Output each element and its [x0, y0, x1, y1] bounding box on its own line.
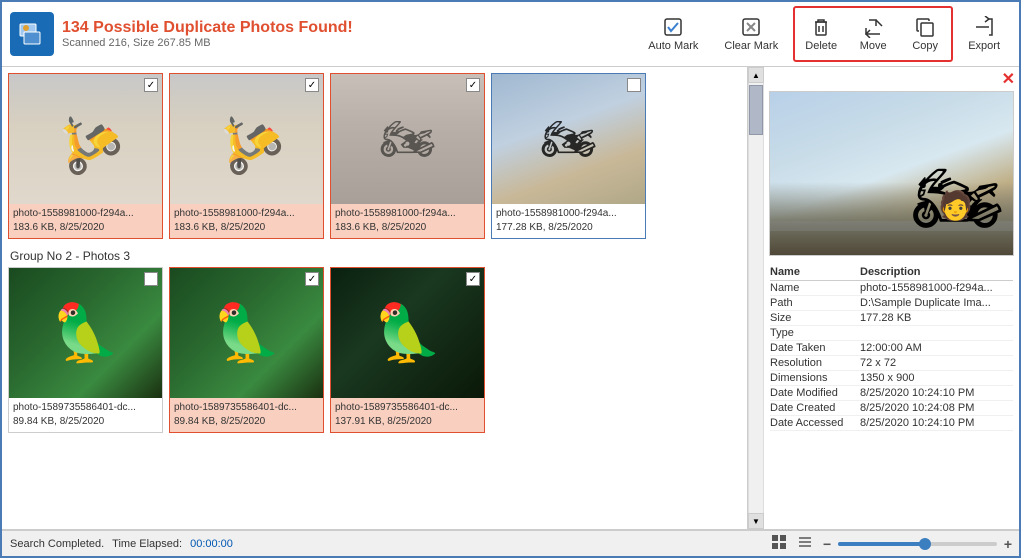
photo-size: 183.6 KB, 8/25/2020	[174, 221, 319, 235]
preview-rider-icon: 🧑	[938, 192, 973, 220]
main-content: ✓ photo-1558981000-f294a... 183.6 KB, 8/…	[2, 67, 1019, 529]
photo-thumb: ✓	[331, 268, 484, 398]
photo-info: photo-1558981000-f294a... 177.28 KB, 8/2…	[492, 204, 645, 238]
info-row-datemodified: Date Modified 8/25/2020 10:24:10 PM	[770, 386, 1013, 401]
list-item[interactable]: ✓ photo-1558981000-f294a... 183.6 KB, 8/…	[169, 73, 324, 239]
preview-panel: ✕ 🏍 🧑 Name Description Name photo-155898…	[764, 67, 1019, 529]
info-row-dateaccessed: Date Accessed 8/25/2020 10:24:10 PM	[770, 416, 1013, 431]
header-title-area: 134 Possible Duplicate Photos Found! Sca…	[62, 19, 629, 49]
app-window: 134 Possible Duplicate Photos Found! Sca…	[0, 0, 1021, 558]
info-row-type: Type	[770, 326, 1013, 341]
photo-size: 183.6 KB, 8/25/2020	[13, 221, 158, 235]
preview-close-bar: ✕	[764, 67, 1019, 91]
scroll-up-button[interactable]: ▲	[748, 67, 764, 83]
clearmark-button[interactable]: Clear Mark	[713, 8, 789, 60]
photo-info: photo-1558981000-f294a... 183.6 KB, 8/25…	[170, 204, 323, 238]
header-title: 134 Possible Duplicate Photos Found!	[62, 19, 629, 37]
list-item[interactable]: ✓ photo-1589735586401-dc... 89.84 KB, 8/…	[169, 267, 324, 433]
export-button[interactable]: Export	[957, 8, 1011, 60]
info-row-datecreated: Date Created 8/25/2020 10:24:08 PM	[770, 401, 1013, 416]
photo-thumb	[9, 268, 162, 398]
thumbnail-view-button[interactable]	[768, 533, 790, 554]
list-item[interactable]: photo-1558981000-f294a... 177.28 KB, 8/2…	[491, 73, 646, 239]
list-item[interactable]: photo-1589735586401-dc... 89.84 KB, 8/25…	[8, 267, 163, 433]
info-table-header: Name Description	[770, 264, 1013, 281]
group-header: Group No 2 - Photos 3	[8, 245, 741, 267]
photo-group-2: photo-1589735586401-dc... 89.84 KB, 8/25…	[8, 267, 741, 433]
list-item[interactable]: ✓ photo-1589735586401-dc... 137.91 KB, 8…	[330, 267, 485, 433]
photo-thumb: ✓	[170, 74, 323, 204]
info-row-resolution: Resolution 72 x 72	[770, 356, 1013, 371]
status-text: Search Completed.	[10, 538, 104, 550]
list-item[interactable]: ✓ photo-1558981000-f294a... 183.6 KB, 8/…	[8, 73, 163, 239]
list-item[interactable]: ✓ photo-1558981000-f294a... 183.6 KB, 8/…	[330, 73, 485, 239]
zoom-minus-button[interactable]: −	[820, 535, 834, 553]
bottom-footer: Search Completed. Time Elapsed: 00:00:00	[2, 529, 1019, 556]
photo-size: 177.28 KB, 8/25/2020	[496, 221, 641, 235]
photo-info: photo-1589735586401-dc... 137.91 KB, 8/2…	[331, 398, 484, 432]
photo-info: photo-1558981000-f294a... 183.6 KB, 8/25…	[331, 204, 484, 238]
preview-controls: − +	[764, 530, 1019, 556]
info-row-dimensions: Dimensions 1350 x 900	[770, 371, 1013, 386]
delete-button[interactable]: Delete	[795, 8, 847, 60]
photo-info: photo-1589735586401-dc... 89.84 KB, 8/25…	[170, 398, 323, 432]
info-row-size: Size 177.28 KB	[770, 311, 1013, 326]
photo-checkbox[interactable]: ✓	[305, 272, 319, 286]
info-row-name: Name photo-1558981000-f294a...	[770, 281, 1013, 296]
photo-scroll-area[interactable]: ✓ photo-1558981000-f294a... 183.6 KB, 8/…	[2, 67, 747, 529]
status-bar: Search Completed. Time Elapsed: 00:00:00	[2, 530, 764, 556]
vertical-scrollbar[interactable]: ▲ ▼	[748, 67, 764, 529]
scroll-thumb[interactable]	[749, 85, 763, 135]
photo-name: photo-1558981000-f294a...	[335, 207, 480, 221]
photo-checkbox[interactable]	[627, 78, 641, 92]
photo-name: photo-1558981000-f294a...	[496, 207, 641, 221]
elapsed-value: 00:00:00	[190, 538, 233, 550]
photo-size: 89.84 KB, 8/25/2020	[13, 415, 158, 429]
header-subtitle: Scanned 216, Size 267.85 MB	[62, 37, 629, 49]
photo-size: 89.84 KB, 8/25/2020	[174, 415, 319, 429]
list-view-button[interactable]	[794, 533, 816, 554]
photo-thumb: ✓	[9, 74, 162, 204]
photo-checkbox[interactable]: ✓	[305, 78, 319, 92]
photo-info: photo-1589735586401-dc... 89.84 KB, 8/25…	[9, 398, 162, 432]
app-logo	[10, 12, 54, 56]
info-row-path: Path D:\Sample Duplicate Ima...	[770, 296, 1013, 311]
preview-close-button[interactable]: ✕	[1002, 71, 1015, 88]
automark-button[interactable]: Auto Mark	[637, 8, 709, 60]
info-table: Name Description Name photo-1558981000-f…	[764, 260, 1019, 529]
zoom-slider[interactable]	[838, 542, 997, 546]
photo-size: 137.91 KB, 8/25/2020	[335, 415, 480, 429]
zoom-plus-button[interactable]: +	[1001, 535, 1015, 553]
photo-info: photo-1558981000-f294a... 183.6 KB, 8/25…	[9, 204, 162, 238]
header: 134 Possible Duplicate Photos Found! Sca…	[2, 2, 1019, 67]
photo-name: photo-1558981000-f294a...	[13, 207, 158, 221]
elapsed-label: Time Elapsed:	[112, 538, 182, 550]
photo-thumb: ✓	[331, 74, 484, 204]
photo-name: photo-1589735586401-dc...	[174, 401, 319, 415]
photo-panel: ✓ photo-1558981000-f294a... 183.6 KB, 8/…	[2, 67, 748, 529]
photo-checkbox[interactable]: ✓	[144, 78, 158, 92]
photo-thumb	[492, 74, 645, 204]
photo-name: photo-1589735586401-dc...	[13, 401, 158, 415]
photo-checkbox[interactable]	[144, 272, 158, 286]
photo-size: 183.6 KB, 8/25/2020	[335, 221, 480, 235]
photo-group-1: ✓ photo-1558981000-f294a... 183.6 KB, 8/…	[8, 73, 741, 239]
scroll-down-button[interactable]: ▼	[748, 513, 764, 529]
toolbar: Auto Mark Clear Mark	[637, 6, 1011, 62]
preview-image: 🏍 🧑	[769, 91, 1014, 256]
photo-name: photo-1558981000-f294a...	[174, 207, 319, 221]
photo-name: photo-1589735586401-dc...	[335, 401, 480, 415]
move-button[interactable]: Move	[847, 8, 899, 60]
highlighted-toolbar-group: Delete Move Copy	[793, 6, 953, 62]
photo-thumb: ✓	[170, 268, 323, 398]
info-row-datetaken: Date Taken 12:00:00 AM	[770, 341, 1013, 356]
photo-checkbox[interactable]: ✓	[466, 78, 480, 92]
photo-checkbox[interactable]: ✓	[466, 272, 480, 286]
copy-button[interactable]: Copy	[899, 8, 951, 60]
